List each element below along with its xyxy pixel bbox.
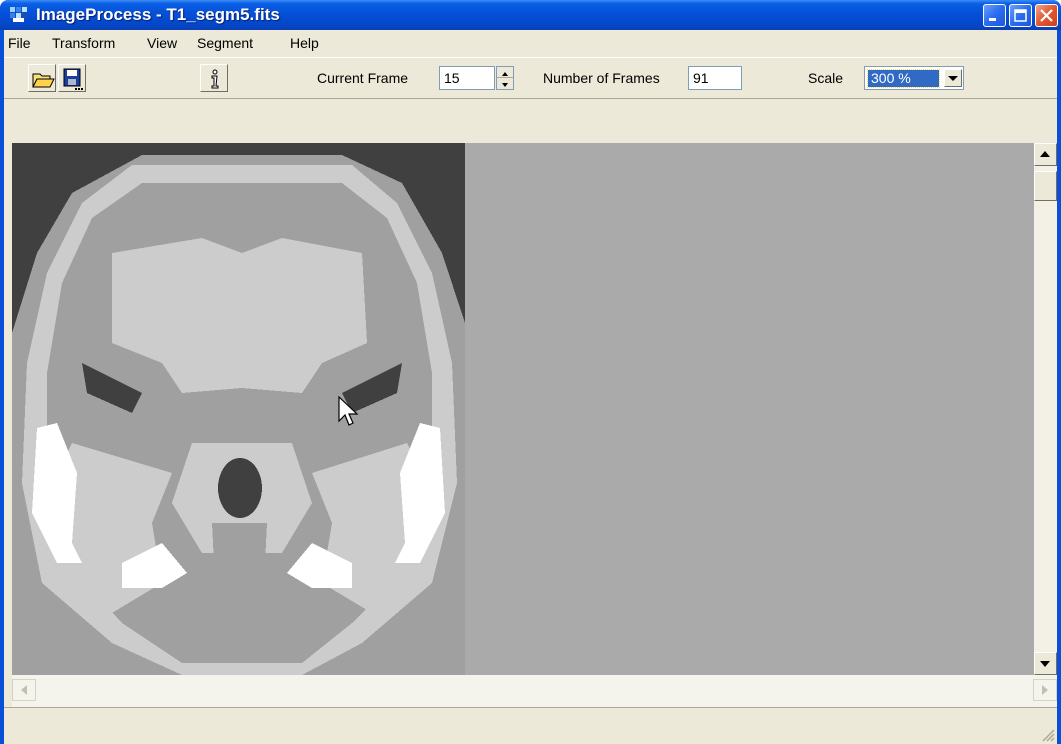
- menu-transform[interactable]: Transform: [52, 35, 115, 51]
- info-icon: [211, 69, 219, 89]
- toolbar: Current Frame 15 Number of Frames 91 Sca…: [4, 57, 1057, 99]
- resize-grip-icon[interactable]: [1041, 728, 1055, 742]
- menu-view[interactable]: View: [147, 35, 177, 51]
- image-canvas[interactable]: [12, 143, 1034, 675]
- scroll-left-button[interactable]: [12, 679, 36, 701]
- vertical-scrollbar[interactable]: [1034, 143, 1057, 675]
- app-icon: [10, 7, 27, 22]
- scroll-up-button[interactable]: [1034, 143, 1057, 166]
- scroll-thumb[interactable]: [1034, 171, 1057, 201]
- scale-dropdown[interactable]: 300 %: [864, 66, 964, 90]
- scale-dropdown-button[interactable]: [944, 69, 962, 87]
- menu-segment[interactable]: Segment: [197, 35, 253, 51]
- current-frame-label: Current Frame: [317, 70, 409, 86]
- current-frame-input[interactable]: 15: [439, 66, 495, 90]
- chevron-down-icon: [948, 76, 958, 81]
- scroll-right-button[interactable]: [1033, 679, 1057, 701]
- spin-down-button[interactable]: [497, 78, 513, 89]
- arrow-down-icon: [1040, 661, 1050, 667]
- spin-up-button[interactable]: [497, 67, 513, 78]
- maximize-button[interactable]: [1009, 4, 1032, 27]
- arrow-left-icon: [21, 685, 27, 695]
- maximize-icon: [1014, 9, 1027, 22]
- arrow-right-icon: [1042, 685, 1048, 695]
- status-bar: [4, 707, 1057, 744]
- minimize-icon: [989, 18, 996, 21]
- menu-file[interactable]: File: [8, 35, 31, 51]
- open-folder-icon: [32, 73, 55, 88]
- scale-label: Scale: [808, 70, 844, 86]
- menu-help[interactable]: Help: [290, 35, 319, 51]
- menu-bar: File Transform View Segment Help: [4, 30, 1057, 57]
- window-title: ImageProcess - T1_segm5.fits: [36, 5, 280, 24]
- open-button[interactable]: [28, 64, 56, 92]
- arrow-down-icon: [502, 83, 508, 87]
- save-button[interactable]: [58, 64, 86, 92]
- mouse-cursor-icon: [338, 395, 359, 426]
- title-bar[interactable]: ImageProcess - T1_segm5.fits: [0, 0, 1061, 30]
- arrow-up-icon: [1040, 151, 1050, 157]
- save-icon: [63, 68, 83, 90]
- info-button[interactable]: [200, 64, 228, 92]
- close-button[interactable]: [1035, 4, 1058, 27]
- horizontal-scrollbar[interactable]: [12, 675, 1057, 707]
- current-frame-spinner[interactable]: [496, 66, 514, 90]
- number-of-frames-label: Number of Frames: [543, 70, 660, 86]
- scale-value: 300 %: [867, 69, 940, 88]
- number-of-frames-input[interactable]: 91: [688, 66, 742, 90]
- minimize-button[interactable]: [983, 4, 1006, 27]
- close-icon: [1040, 9, 1053, 22]
- scroll-down-button[interactable]: [1034, 652, 1057, 675]
- mri-scan-image: [12, 143, 465, 675]
